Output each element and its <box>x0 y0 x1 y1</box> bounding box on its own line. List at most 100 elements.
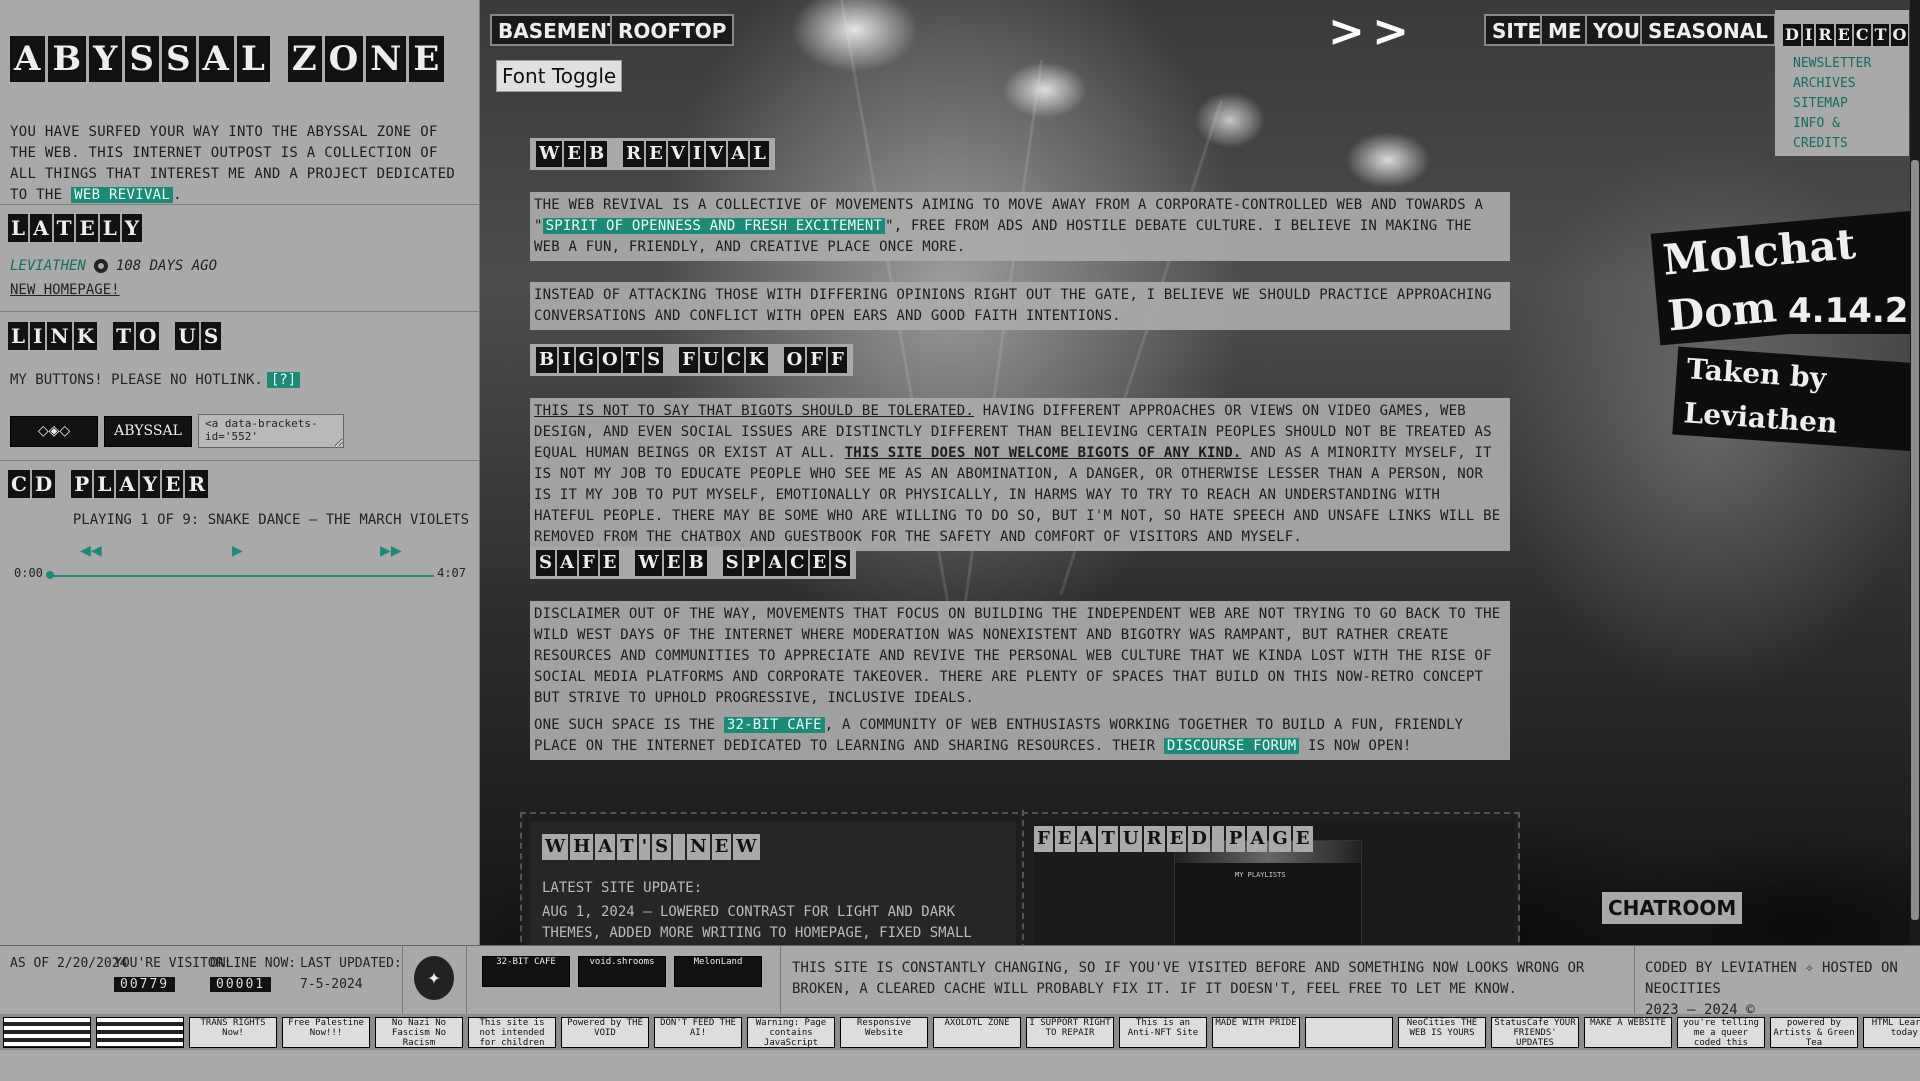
safe-web-spaces-heading: SAFEWEBSPACES <box>530 547 857 579</box>
site-button-1[interactable]: ◇◈◇ <box>10 415 98 447</box>
footer-badge[interactable] <box>96 1017 184 1048</box>
heading-letter: K <box>745 347 768 373</box>
footer-badge[interactable] <box>3 1017 91 1048</box>
footer-badge[interactable]: MADE WITH PRIDE <box>1212 1017 1300 1048</box>
cd-progress: 0:00 4:07 <box>10 566 470 584</box>
footer-badge[interactable]: No Nazi No Fascism No Racism <box>375 1017 463 1048</box>
footer-badge[interactable]: StatusCafe YOUR FRIENDS' UPDATES <box>1491 1017 1579 1048</box>
footer-badge[interactable]: I SUPPORT RIGHT TO REPAIR <box>1026 1017 1114 1048</box>
footer-badge[interactable]: Powered by THE VOID <box>561 1017 649 1048</box>
next-track-button[interactable]: ▶▶ <box>380 540 402 561</box>
heading-letter: W <box>733 834 760 860</box>
cd-player-heading: CDPLAYER <box>8 470 209 498</box>
lately-post-link[interactable]: New Homepage! <box>10 282 120 298</box>
footer-badge[interactable]: Warning: Page contains JavaScript <box>747 1017 835 1048</box>
footer-badge[interactable]: Free Palestine Now!!! <box>282 1017 370 1048</box>
directory-sitemap[interactable]: Sitemap <box>1793 94 1901 114</box>
scrollbar[interactable] <box>1910 0 1920 945</box>
help-button[interactable]: [?] <box>266 372 301 388</box>
site-button-2[interactable]: ABYSSAL <box>104 415 192 447</box>
heading-letter: B <box>536 347 558 373</box>
nav-seasonal[interactable]: Seasonal <box>1640 14 1776 46</box>
divider <box>402 946 403 1014</box>
my-buttons: ◇◈◇ ABYSSAL <a data-brackets-id='552' <box>10 414 344 448</box>
heading-letter: B <box>685 550 707 576</box>
heading-letter <box>1211 826 1224 852</box>
heading-letter: A <box>1076 826 1097 852</box>
heading-letter: E <box>599 550 620 576</box>
heading-letter: i <box>1802 24 1815 46</box>
footer-badge[interactable]: AXOLOTL ZONE <box>933 1017 1021 1048</box>
heading-letter: N <box>47 322 72 350</box>
cafe-paragraph: One such space is the 32-Bit Cafe, a com… <box>530 712 1510 760</box>
forward-arrows-icon[interactable]: > > <box>1328 6 1409 57</box>
featured-page-thumbnail[interactable]: MY PLAYLISTS <box>1174 840 1362 945</box>
heading-letter: O <box>783 347 806 373</box>
web-revival-link[interactable]: web revival <box>71 187 174 203</box>
online-count: 00001 <box>210 977 272 992</box>
heading-letter: E <box>1292 826 1313 852</box>
heading-letter: O <box>135 322 160 350</box>
site-title: ABYSSALZONE <box>10 36 445 82</box>
scrollbar-thumb[interactable] <box>1911 160 1919 920</box>
title-letter: O <box>324 36 364 82</box>
heading-letter: S <box>536 550 555 576</box>
previous-track-button[interactable]: ◀◀ <box>80 540 102 561</box>
lately-author[interactable]: Leviathen <box>10 258 86 274</box>
footer-badge[interactable]: powered by Artists & Green Tea <box>1770 1017 1858 1048</box>
directory-heading: Directory <box>1783 24 1920 46</box>
divider <box>0 460 479 461</box>
nav-rooftop[interactable]: Rooftop <box>610 14 735 46</box>
heading-letter: L <box>750 141 769 167</box>
badge-void-shrooms[interactable]: void.shrooms <box>578 956 666 987</box>
heading-letter: W <box>635 550 662 576</box>
footer-badge[interactable]: you're telling me a queer coded this <box>1677 1017 1765 1048</box>
footer-badge[interactable]: This site is not intended for children <box>468 1017 556 1048</box>
whats-new-heading: W H A T ' S N E W <box>542 834 760 860</box>
footer-badge[interactable]: DON'T FEED THE AI! <box>654 1017 742 1048</box>
badge-32-bit-cafe[interactable]: 32-BIT CAFE <box>482 956 570 987</box>
heading-letter: E <box>76 214 98 242</box>
heading-letter: S <box>722 550 742 576</box>
directory-info-credits[interactable]: Info & Credits <box>1793 114 1901 154</box>
featured-page-box: FEATUREDPAGE MY PLAYLISTS <box>1034 822 1514 945</box>
webring-emblem-icon[interactable]: ✦ <box>414 956 454 1000</box>
embed-code-field[interactable]: <a data-brackets-id='552' <box>198 414 344 448</box>
divider <box>0 311 479 312</box>
safe-spaces-paragraph: Disclaimer out of the way, movements tha… <box>530 601 1510 712</box>
32-bit-cafe-link[interactable]: 32-Bit Cafe <box>723 717 825 733</box>
nav-you[interactable]: You <box>1585 14 1649 46</box>
directory-newsletter[interactable]: Newsletter <box>1793 54 1901 74</box>
footer-badge[interactable]: NeoCities THE WEB IS YOURS <box>1398 1017 1486 1048</box>
footer-badge[interactable]: MAKE A WEBSITE <box>1584 1017 1672 1048</box>
progress-knob[interactable] <box>46 571 54 579</box>
footer-badge[interactable]: Responsive Website <box>840 1017 928 1048</box>
chatroom-button[interactable]: Chatroom <box>1600 890 1745 926</box>
badge-melonland[interactable]: MelonLand <box>674 956 762 987</box>
as-of-date: As of 2/20/2024 <box>10 956 128 971</box>
footer-badge[interactable]: This is an Anti-NFT Site <box>1119 1017 1207 1048</box>
nav-basement[interactable]: Basement <box>490 14 629 46</box>
heading-letter: S <box>831 550 851 576</box>
footer-badge[interactable] <box>1305 1017 1393 1048</box>
spirit-of-openness-link[interactable]: spirit of openness and fresh excitement <box>542 218 886 234</box>
heading-letter: A <box>116 470 138 498</box>
updated-label: Last updated: <box>300 956 402 971</box>
discourse-forum-link[interactable]: Discourse forum <box>1163 738 1300 754</box>
visitor-count: 00779 <box>114 977 176 992</box>
emphasis-text: This is not to say that bigots should be… <box>534 403 975 419</box>
play-button[interactable]: ▶ <box>232 540 243 561</box>
heading-letter: V <box>706 141 727 167</box>
footer-badge[interactable]: HTML Learn it today! <box>1863 1017 1920 1048</box>
footer-badge[interactable]: TRANS RIGHTS Now! <box>189 1017 277 1048</box>
heading-letter: c <box>1853 24 1871 46</box>
buttons-note: My buttons! Please no hotlink. <box>10 372 263 388</box>
heading-letter: T <box>617 834 637 860</box>
progress-bar[interactable] <box>48 575 434 577</box>
last-updated: Last updated: 7-5-2024 <box>300 956 402 992</box>
affiliate-badges: 32-BIT CAFE void.shrooms MelonLand <box>482 956 762 987</box>
nav-me[interactable]: Me <box>1540 14 1590 46</box>
emphasis-text: This site does not welcome bigots of any… <box>844 445 1242 461</box>
directory-archives[interactable]: Archives <box>1793 74 1901 94</box>
font-toggle-button[interactable]: Font Toggle <box>496 60 623 92</box>
